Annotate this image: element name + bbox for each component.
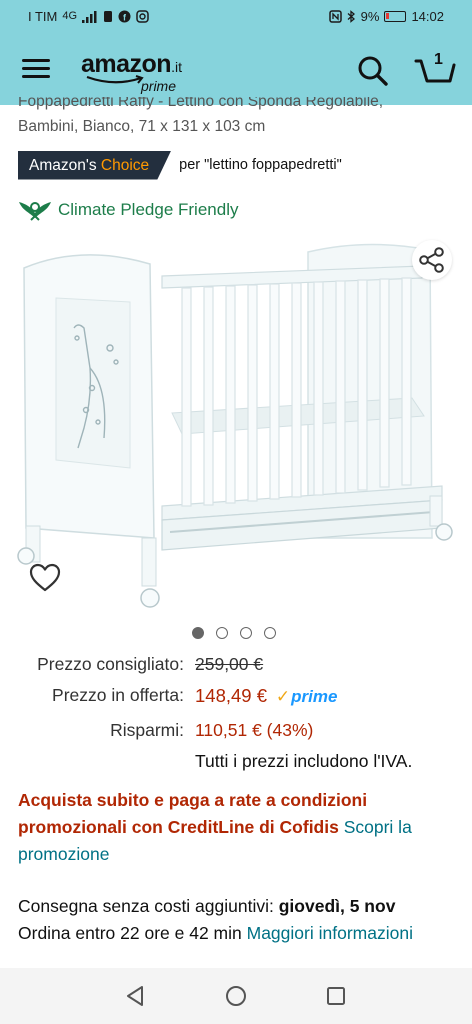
menu-icon-bar (22, 75, 50, 78)
share-icon (419, 247, 444, 273)
search-icon (358, 56, 388, 86)
home-button[interactable] (223, 983, 249, 1009)
smile-icon (86, 75, 144, 84)
product-title-line2: Bambini, Bianco, 71 x 131 x 103 cm (18, 118, 266, 135)
choice-word: Choice (100, 156, 150, 174)
climate-pledge-badge[interactable]: Climate Pledge Friendly (18, 198, 238, 222)
home-icon (226, 986, 246, 1006)
order-window-line: Ordina entro 22 ore e 42 min Maggiori in… (18, 920, 463, 947)
status-left: I TIM 4G f (28, 9, 149, 24)
promo-link-part2: promozione (18, 844, 110, 864)
carrier-label: I TIM (28, 9, 58, 24)
network-label: 4G (62, 10, 78, 22)
status-bar: I TIM 4G f 9% 14:02 (0, 0, 472, 33)
promo-text: Acquista subito e paga a rate a condizio… (18, 790, 368, 837)
system-nav-bar (0, 968, 472, 1024)
more-info-link[interactable]: Maggiori informazioni (247, 923, 413, 943)
logo-word: amazon (81, 50, 172, 78)
heart-icon (29, 563, 61, 592)
recents-icon (327, 987, 345, 1005)
delivery-info: Consegna senza costi aggiuntivi: giovedì… (18, 893, 463, 947)
logo-tld: .it (171, 59, 182, 75)
savings-row: Risparmi: 110,51 € (43%) (0, 720, 472, 744)
product-title-line1: Foppapedretti Raffy - Lettino con Sponda… (18, 97, 384, 110)
amazons-choice-row: Amazon's Choice per "lettino foppapedret… (18, 150, 342, 180)
cart-count: 1 (434, 51, 443, 68)
share-button[interactable] (412, 240, 452, 280)
creditline-promo: Acquista subito e paga a rate a condizio… (18, 787, 463, 868)
clock: 14:02 (411, 9, 444, 24)
wishlist-button[interactable] (28, 562, 62, 594)
carousel-dots (192, 627, 276, 639)
more-info-part2: informazioni (318, 923, 413, 943)
climate-pledge-label: Climate Pledge Friendly (58, 200, 239, 219)
bluetooth-icon (347, 10, 355, 23)
product-title: Foppapedretti Raffy - Lettino con Sponda… (18, 97, 458, 147)
delivery-line: Consegna senza costi aggiuntivi: giovedì… (18, 893, 463, 920)
crib-image (17, 243, 453, 608)
app-header: amazon.it prime 1 (0, 33, 472, 105)
climate-pledge-icon (19, 202, 51, 221)
amazons-choice-badge[interactable]: Amazon's Choice (18, 150, 172, 180)
list-price-label: Prezzo consigliato: (37, 654, 184, 674)
sim-icon (104, 11, 113, 22)
list-price-value: 259,00 € (195, 654, 264, 674)
battery-percent: 9% (360, 9, 380, 24)
signal-icon (82, 10, 97, 23)
prime-badge: ✓ prime (276, 687, 338, 707)
menu-button[interactable] (22, 59, 50, 81)
facebook-icon: f (118, 10, 131, 23)
savings-label: Risparmi: (110, 720, 184, 740)
order-within: Ordina entro 22 ore e 42 min (18, 923, 242, 943)
vat-note: Tutti i prezzi includono l'IVA. (195, 751, 413, 771)
logo-prime: prime (141, 78, 177, 94)
offer-price-value: 148,49 € (195, 685, 268, 706)
battery-icon (384, 11, 407, 22)
delivery-date: giovedì, 5 nov (278, 896, 396, 916)
recents-button[interactable] (323, 983, 349, 1009)
nfc-icon (328, 10, 342, 23)
offer-price-row: Prezzo in offerta: 148,49 € ✓ prime (0, 685, 472, 711)
choice-prefix: Amazon's (29, 156, 97, 174)
back-icon (127, 986, 143, 1006)
carousel-dot-2[interactable] (216, 627, 228, 639)
instagram-icon (136, 10, 149, 23)
cart-button[interactable]: 1 (414, 51, 456, 89)
menu-icon-bar (22, 67, 50, 70)
savings-value: 110,51 € (43%) (195, 720, 314, 740)
offer-price-label: Prezzo in offerta: (52, 685, 184, 705)
prime-label: prime (291, 687, 338, 706)
promo-link-part1: Scopri la (343, 817, 412, 837)
list-price-row: Prezzo consigliato: 259,00 € (0, 654, 472, 678)
prime-check-icon: ✓ (275, 687, 291, 706)
amazon-prime-logo[interactable]: amazon.it prime (81, 50, 201, 94)
status-right: 9% 14:02 (328, 9, 444, 24)
menu-icon (22, 59, 50, 62)
carousel-dot-4[interactable] (264, 627, 276, 639)
offer-price-group: 148,49 € ✓ prime (195, 685, 337, 707)
more-info-part1: Maggiori (246, 923, 314, 943)
delivery-prefix: Consegna senza costi aggiuntivi: (18, 896, 274, 916)
back-button[interactable] (123, 983, 149, 1009)
carousel-dot-3[interactable] (240, 627, 252, 639)
product-image-carousel[interactable] (0, 232, 472, 612)
search-button[interactable] (356, 54, 390, 88)
carousel-dot-1[interactable] (192, 627, 204, 639)
choice-keyword: per "lettino foppapedretti" (179, 157, 342, 173)
